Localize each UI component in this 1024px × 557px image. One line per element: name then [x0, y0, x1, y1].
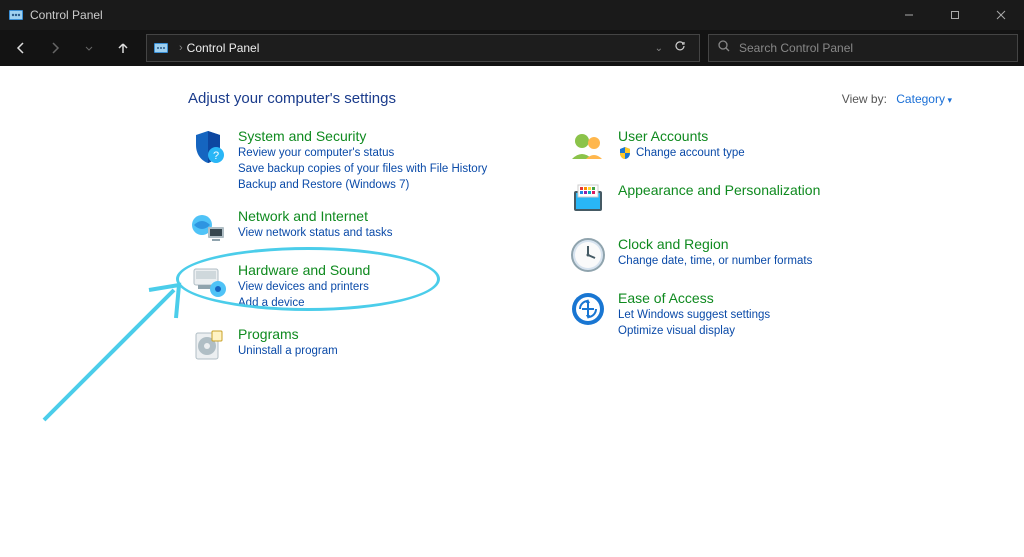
category-system-security: ? System and Security Review your comput… — [188, 127, 518, 193]
category-clock-region: Clock and Region Change date, time, or n… — [568, 235, 898, 275]
forward-button[interactable] — [40, 34, 70, 62]
category-link[interactable]: Optimize visual display — [618, 323, 770, 339]
view-by-dropdown[interactable]: Category — [896, 92, 952, 106]
category-link[interactable]: View network status and tasks — [238, 225, 392, 241]
category-link[interactable]: Change date, time, or number formats — [618, 253, 812, 269]
category-title[interactable]: Hardware and Sound — [238, 261, 370, 279]
network-internet-icon — [188, 207, 228, 247]
category-hardware-sound: Hardware and Sound View devices and prin… — [188, 261, 518, 311]
category-link[interactable]: Let Windows suggest settings — [618, 307, 770, 323]
category-title[interactable]: Clock and Region — [618, 235, 812, 253]
close-button[interactable] — [978, 0, 1024, 30]
minimize-button[interactable] — [886, 0, 932, 30]
recent-button[interactable] — [74, 34, 104, 62]
category-title[interactable]: Ease of Access — [618, 289, 770, 307]
breadcrumb-separator-icon: › — [179, 42, 183, 54]
breadcrumb[interactable]: Control Panel — [187, 41, 260, 55]
shield-icon — [618, 146, 632, 160]
maximize-button[interactable] — [932, 0, 978, 30]
appearance-icon — [568, 181, 608, 221]
category-title[interactable]: Appearance and Personalization — [618, 181, 820, 199]
category-title[interactable]: System and Security — [238, 127, 487, 145]
category-link[interactable]: Save backup copies of your files with Fi… — [238, 161, 487, 177]
category-user-accounts: User Accounts Change account type — [568, 127, 898, 167]
category-link[interactable]: Review your computer's status — [238, 145, 487, 161]
category-network-internet: Network and Internet View network status… — [188, 207, 518, 247]
window-title: Control Panel — [30, 8, 886, 22]
address-dropdown-icon[interactable]: ⌄ — [651, 43, 667, 54]
category-title[interactable]: User Accounts — [618, 127, 745, 145]
category-column-right: User Accounts Change account type — [568, 127, 898, 365]
category-appearance-personalization: Appearance and Personalization — [568, 181, 898, 221]
category-ease-of-access: Ease of Access Let Windows suggest setti… — [568, 289, 898, 339]
clock-region-icon — [568, 235, 608, 275]
search-input[interactable]: Search Control Panel — [708, 34, 1018, 62]
category-link[interactable]: View devices and printers — [238, 279, 370, 295]
user-accounts-icon — [568, 127, 608, 167]
control-panel-icon — [153, 40, 169, 56]
refresh-button[interactable] — [667, 39, 693, 58]
control-panel-icon — [8, 7, 24, 23]
ease-of-access-icon — [568, 289, 608, 329]
up-button[interactable] — [108, 34, 138, 62]
programs-icon — [188, 325, 228, 365]
titlebar: Control Panel — [0, 0, 1024, 30]
view-by: View by: Category — [842, 92, 952, 106]
system-security-icon: ? — [188, 127, 228, 167]
category-link[interactable]: Change account type — [636, 145, 745, 161]
navbar: › Control Panel ⌄ Search Control Panel — [0, 30, 1024, 66]
category-link[interactable]: Add a device — [238, 295, 370, 311]
category-programs: Programs Uninstall a program — [188, 325, 518, 365]
back-button[interactable] — [6, 34, 36, 62]
category-column-left: ? System and Security Review your comput… — [188, 127, 518, 365]
address-bar[interactable]: › Control Panel ⌄ — [146, 34, 700, 62]
view-by-label: View by: — [842, 92, 887, 106]
svg-text:?: ? — [213, 150, 219, 162]
search-placeholder: Search Control Panel — [739, 41, 853, 55]
category-title[interactable]: Network and Internet — [238, 207, 392, 225]
category-link[interactable]: Uninstall a program — [238, 343, 338, 359]
content-area: Adjust your computer's settings View by:… — [0, 66, 1024, 365]
category-link[interactable]: Backup and Restore (Windows 7) — [238, 177, 487, 193]
category-title[interactable]: Programs — [238, 325, 338, 343]
search-icon — [717, 39, 731, 58]
hardware-sound-icon — [188, 261, 228, 301]
